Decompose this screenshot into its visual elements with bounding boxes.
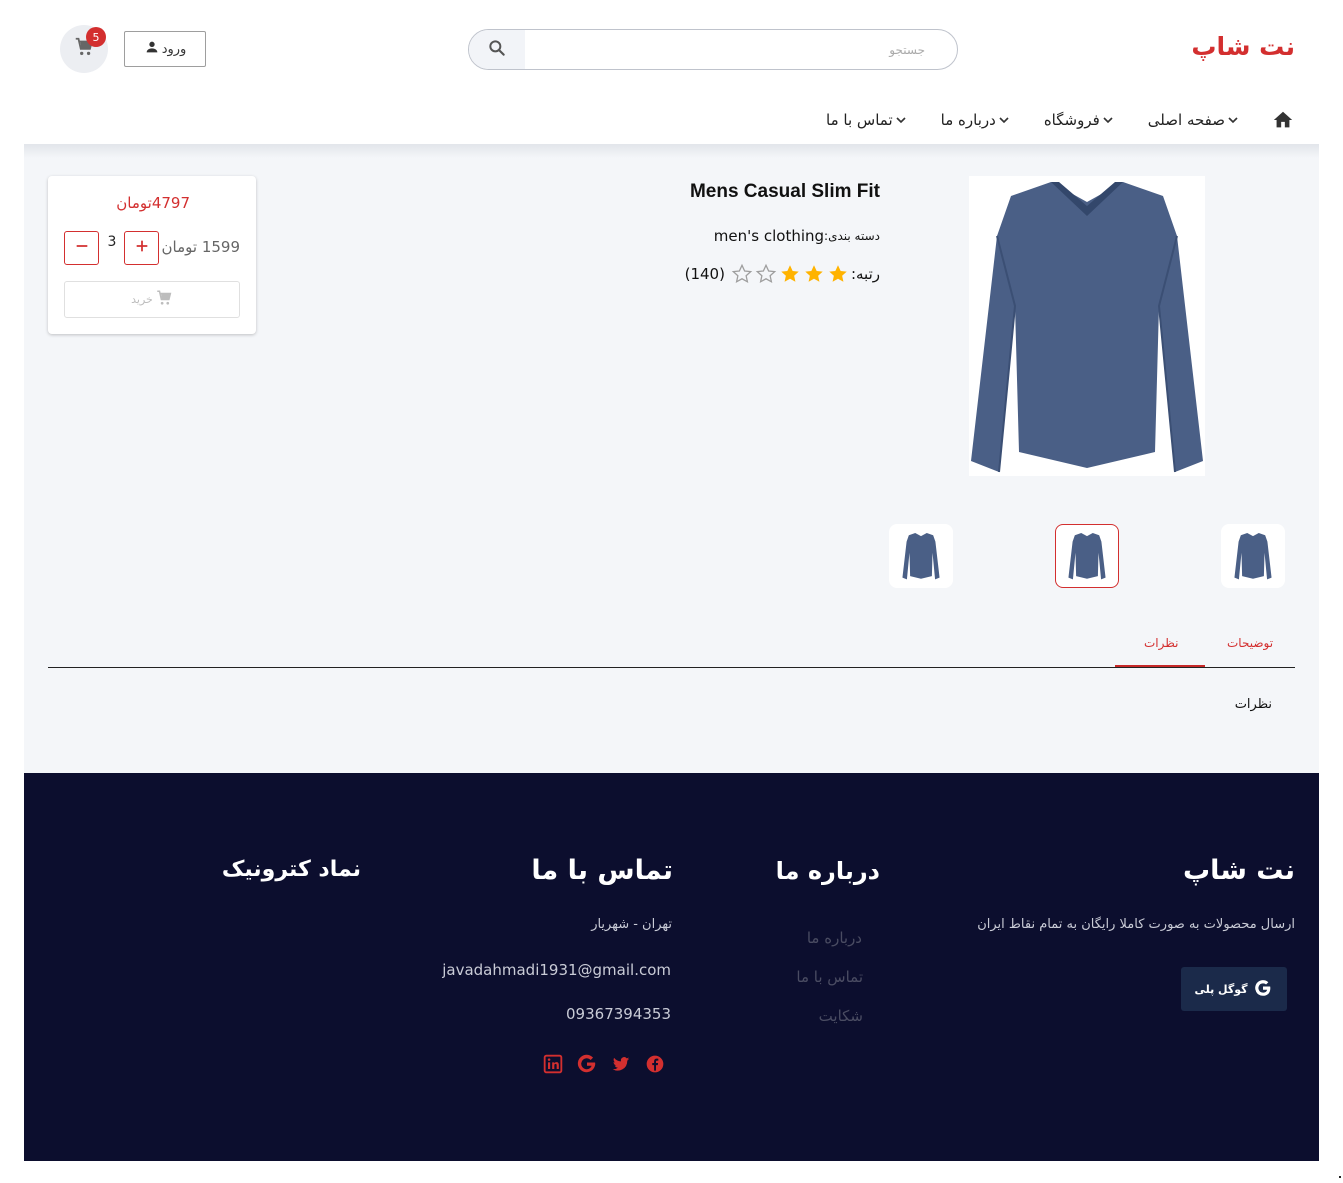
product-thumbnail-selected[interactable] xyxy=(1055,524,1119,588)
google-play-label: گوگل پلی xyxy=(1194,982,1248,996)
category-label: دسته بندی: xyxy=(824,229,880,243)
footer-about-title: درباره ما xyxy=(775,857,880,885)
minus-icon xyxy=(74,238,90,258)
chevron-down-icon xyxy=(893,112,909,128)
footer-enamad-title: نماد کترونیک xyxy=(221,857,361,882)
user-icon xyxy=(144,39,160,59)
cart-count-badge: 5 xyxy=(86,27,106,47)
category-value: men's clothing xyxy=(713,227,825,245)
total-price: 4797تومان xyxy=(116,194,190,212)
footer-email[interactable]: javadahmadi1931@gmail.com xyxy=(442,961,671,979)
nav-label: صفحه اصلی xyxy=(1147,111,1225,129)
rating-stars xyxy=(731,263,849,285)
product-thumbnail[interactable] xyxy=(1221,524,1285,588)
buy-label: خرید xyxy=(131,293,153,306)
unit-price: 1599 تومان xyxy=(161,238,241,256)
footer-address: تهران - شهریار xyxy=(591,917,672,932)
add-cart-icon xyxy=(155,289,173,310)
shirt-image xyxy=(971,182,1203,473)
google-play-button[interactable]: گوگل پلی xyxy=(1181,967,1287,1011)
rating-label: رتبه: xyxy=(850,265,880,283)
shirt-thumbnail-image xyxy=(1234,532,1272,580)
footer-link-contact[interactable]: تماس با ما xyxy=(796,968,863,986)
footer-phone[interactable]: 09367394353 xyxy=(566,1005,671,1023)
footer-contact-title: تماس با ما xyxy=(531,855,673,886)
star-filled-icon xyxy=(803,263,825,285)
main-nav: صفحه اصلی فروشگاه درباره ما تماس با ما xyxy=(796,104,1295,136)
buy-button[interactable]: خرید xyxy=(64,281,240,318)
search-button[interactable] xyxy=(469,30,525,69)
nav-item-contact[interactable]: تماس با ما xyxy=(826,111,911,129)
footer-tagline: ارسال محصولات به صورت کاملا رایگان به تم… xyxy=(977,917,1295,932)
increase-quantity-button[interactable] xyxy=(124,231,159,265)
shirt-thumbnail-image xyxy=(1068,532,1106,580)
quantity-value: 3 xyxy=(107,234,117,250)
google-icon[interactable] xyxy=(576,1053,598,1075)
login-label: ورود xyxy=(161,41,187,57)
tab-comments[interactable]: نظرات xyxy=(1144,636,1178,650)
nav-label: تماس با ما xyxy=(826,111,893,129)
search-bar xyxy=(468,29,958,70)
nav-item-about[interactable]: درباره ما xyxy=(941,111,1014,129)
decrease-quantity-button[interactable] xyxy=(64,231,99,265)
star-filled-icon xyxy=(827,263,849,285)
product-category: دسته بندی: men's clothing xyxy=(714,227,880,245)
nav-label: درباره ما xyxy=(940,111,996,129)
product-main-image[interactable] xyxy=(969,176,1205,476)
product-thumbnail[interactable] xyxy=(889,524,953,588)
twitter-icon[interactable] xyxy=(610,1053,632,1075)
purchase-card: 4797تومان 1599 تومان 3 خرید xyxy=(48,176,256,334)
footer-link-about[interactable]: درباره ما xyxy=(807,929,862,947)
nav-label: فروشگاه xyxy=(1043,111,1100,129)
star-filled-icon xyxy=(779,263,801,285)
footer-brand: نت شاپ xyxy=(1183,855,1295,886)
search-icon xyxy=(487,38,507,62)
star-empty-icon xyxy=(731,263,753,285)
site-header: نت شاپ ورود 5 صفحه اصلی فروشگاه xyxy=(0,0,1343,144)
site-footer: نت شاپ ارسال محصولات به صورت کاملا رایگا… xyxy=(24,773,1319,1161)
chevron-down-icon xyxy=(996,112,1012,128)
facebook-icon[interactable] xyxy=(644,1053,666,1075)
linkedin-icon[interactable] xyxy=(542,1053,564,1075)
product-rating: رتبه: (140) xyxy=(685,263,880,285)
tab-description[interactable]: توضیحات xyxy=(1227,636,1273,650)
product-title: Mens Casual Slim Fit xyxy=(689,181,880,202)
google-icon xyxy=(1252,977,1274,1002)
footer-link-complaint[interactable]: شکایت xyxy=(819,1007,863,1025)
search-input[interactable] xyxy=(527,30,947,69)
tab-panel-content: نظرات xyxy=(1234,697,1272,712)
shirt-thumbnail-image xyxy=(902,532,940,580)
rating-count: (140) xyxy=(684,265,725,283)
login-button[interactable]: ورود xyxy=(124,31,206,67)
brand-logo[interactable]: نت شاپ xyxy=(1191,32,1295,61)
scroll-marker xyxy=(1339,1176,1341,1178)
header-shadow xyxy=(24,144,1319,158)
plus-icon xyxy=(134,238,150,258)
chevron-down-icon xyxy=(1100,112,1116,128)
nav-item-home[interactable]: صفحه اصلی xyxy=(1148,111,1243,129)
tabs-divider xyxy=(48,667,1295,668)
home-icon[interactable] xyxy=(1271,108,1295,132)
chevron-down-icon xyxy=(1225,112,1241,128)
star-empty-icon xyxy=(755,263,777,285)
nav-item-shop[interactable]: فروشگاه xyxy=(1044,111,1118,129)
